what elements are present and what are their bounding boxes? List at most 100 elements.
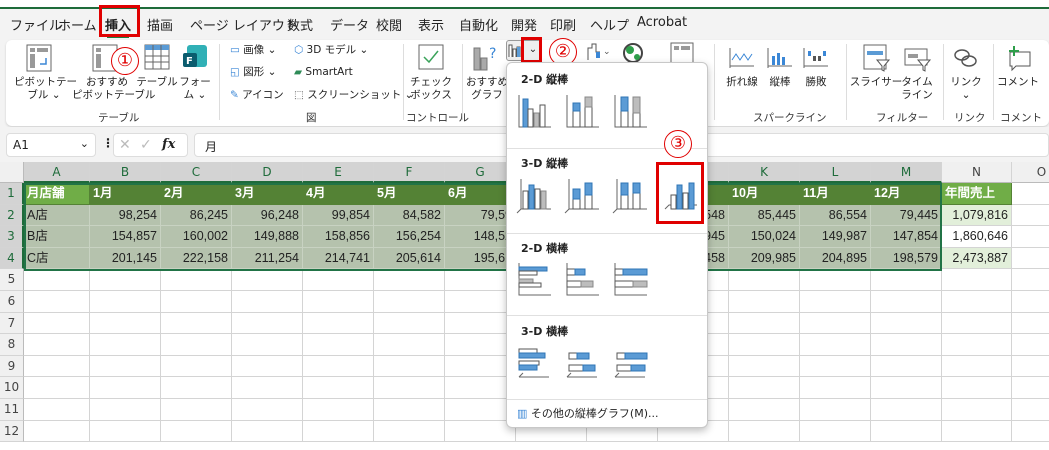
tab-acrobat[interactable]: Acrobat [637, 15, 687, 30]
cell-E3[interactable]: 158,856 [303, 226, 374, 248]
row-header-3[interactable]: 3 [0, 226, 24, 248]
empty-cell[interactable] [800, 355, 871, 378]
empty-cell[interactable] [729, 334, 800, 356]
tab-file[interactable]: ファイル [10, 15, 62, 34]
empty-cell[interactable] [729, 377, 800, 399]
cell-E2[interactable]: 99,854 [303, 204, 374, 227]
clustered-bar-icon[interactable] [515, 259, 555, 299]
cell-M1[interactable]: 12月 [871, 183, 942, 205]
empty-cell[interactable] [303, 399, 374, 421]
row-header-8[interactable]: 8 [0, 334, 24, 356]
stacked-bar-icon[interactable] [563, 259, 603, 299]
empty-cell[interactable] [871, 399, 942, 421]
empty-cell[interactable] [729, 269, 800, 291]
empty-cell[interactable] [374, 269, 445, 291]
cell-B4[interactable]: 201,145 [90, 247, 161, 270]
column-header-F[interactable]: F [374, 162, 445, 183]
cell-C1[interactable]: 2月 [161, 183, 232, 205]
column-header-M[interactable]: M [871, 162, 942, 183]
tab-print[interactable]: 印刷 [550, 15, 576, 34]
empty-cell[interactable] [800, 312, 871, 335]
empty-cell[interactable] [800, 291, 871, 313]
empty-cell[interactable] [729, 291, 800, 313]
recommended-chart-button[interactable]: おすすめ グラフ [462, 76, 512, 102]
empty-cell[interactable] [942, 355, 1012, 378]
empty-cell[interactable] [1012, 269, 1049, 291]
empty-cell[interactable] [303, 355, 374, 378]
tab-page-layout[interactable]: ページ レイアウト [190, 15, 298, 34]
clustered-column-icon[interactable] [515, 91, 555, 131]
row-header-10[interactable]: 10 [0, 377, 24, 399]
empty-cell[interactable] [303, 420, 374, 443]
empty-cell[interactable] [871, 269, 942, 291]
empty-cell[interactable] [1012, 377, 1049, 399]
row-header-6[interactable]: 6 [0, 291, 24, 313]
name-box[interactable]: A1 ⌄ [6, 133, 96, 157]
cell-N1[interactable]: 年間売上 [942, 183, 1012, 205]
empty-cell[interactable] [90, 355, 161, 378]
column-header-L[interactable]: L [800, 162, 871, 183]
empty-cell[interactable] [90, 399, 161, 421]
empty-cell[interactable] [942, 399, 1012, 421]
empty-cell[interactable] [871, 312, 942, 335]
slicer-button[interactable]: スライサー [849, 76, 903, 89]
icons-button[interactable]: ✎ アイコン [230, 89, 284, 102]
3d-stacked-column-icon[interactable] [563, 175, 603, 215]
cell-F4[interactable]: 205,614 [374, 247, 445, 270]
insert-function-icon[interactable]: fx [162, 137, 175, 152]
empty-cell[interactable] [90, 312, 161, 335]
empty-cell[interactable] [1012, 183, 1049, 205]
empty-cell[interactable] [90, 334, 161, 356]
tab-review[interactable]: 校閲 [376, 15, 402, 34]
cell-C3[interactable]: 160,002 [161, 226, 232, 248]
empty-cell[interactable] [161, 399, 232, 421]
empty-cell[interactable] [161, 269, 232, 291]
row-header-1[interactable]: 1 [0, 183, 24, 205]
empty-cell[interactable] [729, 312, 800, 335]
sparkline-line-button[interactable]: 折れ線 [722, 76, 762, 89]
more-column-charts-button[interactable]: ▥ その他の縦棒グラフ(M)... [517, 405, 697, 425]
empty-cell[interactable] [232, 269, 303, 291]
cell-L1[interactable]: 11月 [800, 183, 871, 205]
row-header-11[interactable]: 11 [0, 399, 24, 421]
table-button[interactable]: テーブル [134, 76, 180, 89]
3d-models-button[interactable]: ⬡ 3D モデル ⌄ [294, 44, 368, 57]
tab-formulas[interactable]: 数式 [287, 15, 313, 34]
empty-cell[interactable] [303, 377, 374, 399]
cell-K4[interactable]: 209,985 [729, 247, 800, 270]
empty-cell[interactable] [374, 291, 445, 313]
empty-cell[interactable] [942, 269, 1012, 291]
empty-cell[interactable] [1012, 334, 1049, 356]
empty-cell[interactable] [374, 334, 445, 356]
empty-cell[interactable] [871, 420, 942, 443]
empty-cell[interactable] [1012, 356, 1049, 378]
tab-developer[interactable]: 開発 [511, 15, 537, 34]
empty-cell[interactable] [800, 399, 871, 421]
pivot-table-button[interactable]: ピボットテー ブル ⌄ [14, 76, 77, 102]
empty-cell[interactable] [24, 420, 90, 443]
empty-cell[interactable] [232, 355, 303, 378]
cell-F3[interactable]: 156,254 [374, 226, 445, 248]
empty-cell[interactable] [729, 420, 800, 443]
empty-cell[interactable] [942, 312, 1012, 335]
empty-cell[interactable] [374, 399, 445, 421]
cell-A3[interactable]: B店 [24, 226, 90, 248]
smartart-button[interactable]: ▰ SmartArt [294, 66, 353, 79]
column-header-A[interactable]: A [24, 162, 90, 183]
cell-A4[interactable]: C店 [24, 247, 90, 270]
cell-N2[interactable]: 1,079,816 [942, 204, 1012, 227]
empty-cell[interactable] [871, 355, 942, 378]
empty-cell[interactable] [1012, 313, 1049, 335]
row-header-7[interactable]: 7 [0, 312, 24, 335]
empty-cell[interactable] [942, 377, 1012, 399]
empty-cell[interactable] [374, 420, 445, 443]
empty-cell[interactable] [942, 291, 1012, 313]
cell-M3[interactable]: 147,854 [871, 226, 942, 248]
empty-cell[interactable] [90, 377, 161, 399]
3d-clustered-column-icon[interactable] [515, 175, 555, 215]
empty-cell[interactable] [303, 334, 374, 356]
empty-cell[interactable] [24, 334, 90, 356]
recommended-pivot-button[interactable]: おすすめ ピボットテーブル [72, 76, 155, 102]
empty-cell[interactable] [303, 269, 374, 291]
tab-data[interactable]: データ [330, 15, 369, 34]
